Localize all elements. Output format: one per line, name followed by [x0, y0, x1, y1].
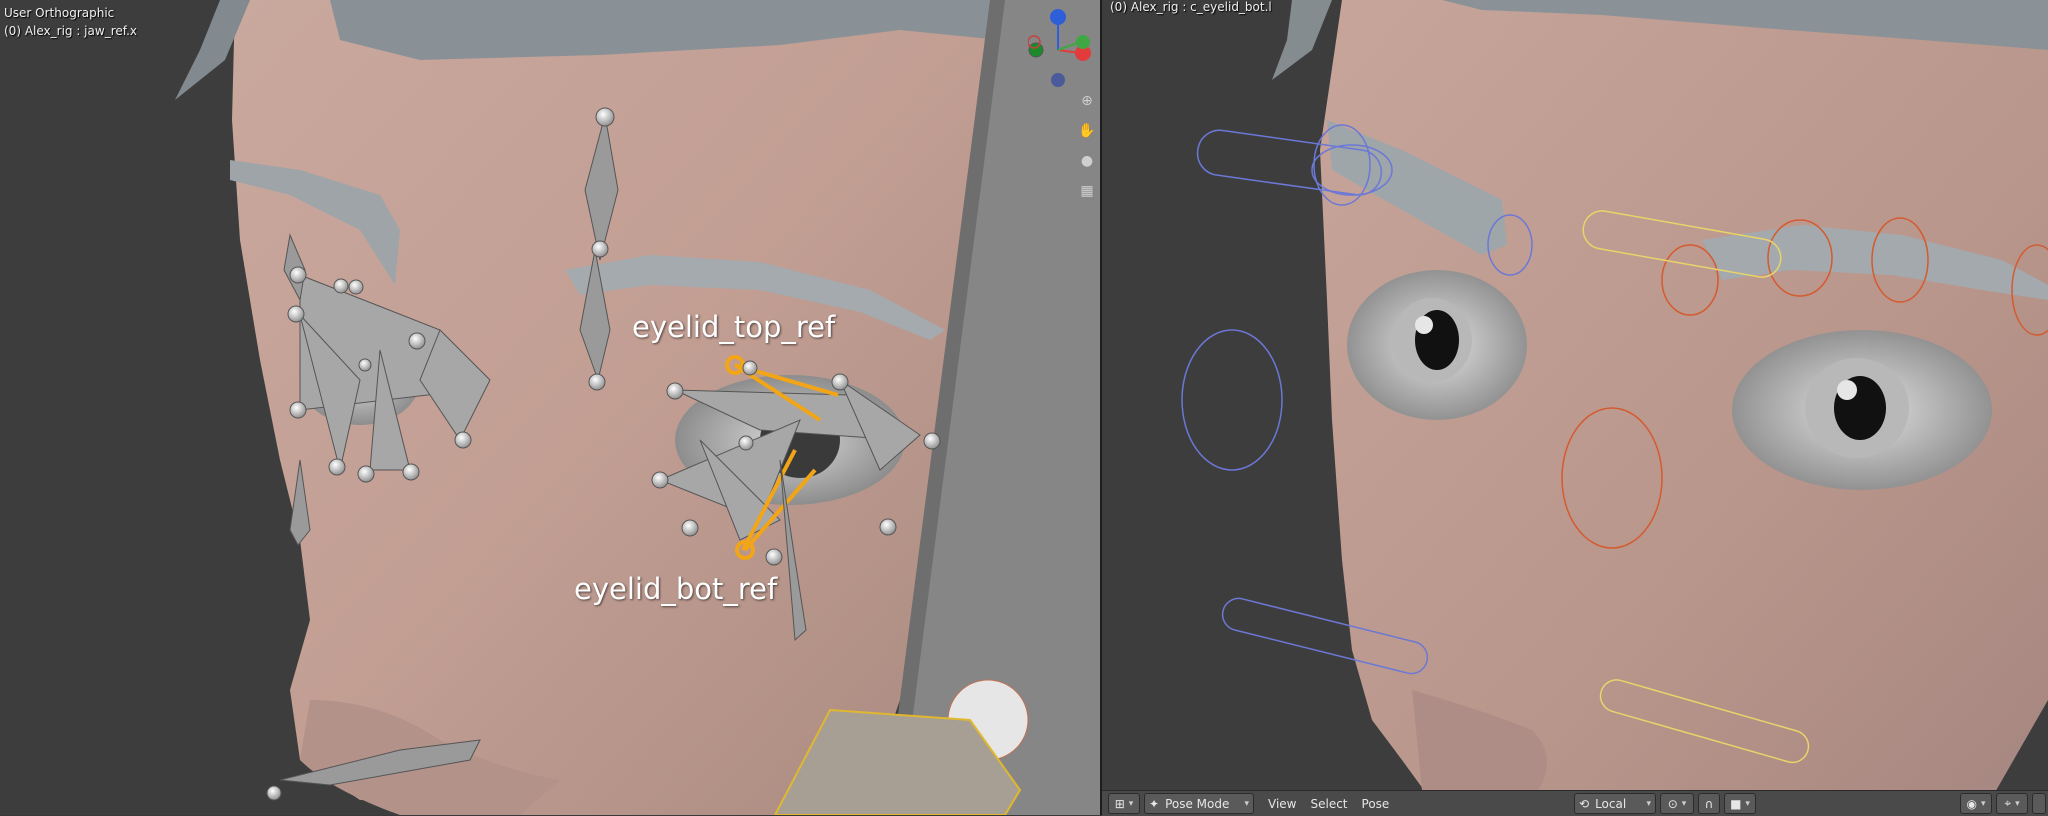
- chevron-down-icon: ▾: [1681, 798, 1687, 809]
- pivot-point-button[interactable]: ⊙ ▾: [1660, 793, 1694, 814]
- orientation-icon: ⟲: [1579, 796, 1590, 811]
- axis-gizmo-graphic: [1027, 9, 1091, 87]
- annotation-eyelid-top: eyelid_top_ref: [632, 310, 836, 344]
- pivot-icon: ⊙: [1667, 796, 1678, 811]
- viewport-header: ⊞ ▾ ✦ Pose Mode ▾ View Select Pose ⟲ Loca…: [1102, 790, 2048, 816]
- left-viewport-scene: [175, 0, 1100, 815]
- transform-orientation-select[interactable]: ⟲ Local ▾: [1574, 793, 1656, 814]
- mode-label: Pose Mode: [1165, 796, 1230, 811]
- annotation-eyelid-bot: eyelid_bot_ref: [574, 572, 778, 606]
- snap-toggle[interactable]: ∩: [1698, 793, 1720, 814]
- right-3d-viewport[interactable]: (0) Alex_rig : c_eyelid_bot.l: [1102, 0, 2048, 815]
- right-viewport-scene: [1181, 0, 2048, 815]
- menu-view[interactable]: View: [1268, 797, 1296, 811]
- menu-select[interactable]: Select: [1310, 797, 1347, 811]
- chevron-down-icon: ▾: [1745, 798, 1750, 809]
- z-axis-handle: [1050, 9, 1066, 25]
- magnet-icon: ∩: [1704, 796, 1714, 811]
- orientation-label: Local: [1595, 796, 1627, 811]
- view-label: User Orthographic: [4, 6, 115, 20]
- active-object-label: (0) Alex_rig : jaw_ref.x: [4, 24, 138, 38]
- axis-gizmo[interactable]: [1027, 6, 1100, 90]
- gizmo-icon: ⌖: [2004, 796, 2012, 810]
- chevron-down-icon: ▾: [2015, 798, 2020, 809]
- y-axis-handle: [1076, 35, 1090, 49]
- menu-pose[interactable]: Pose: [1362, 797, 1390, 811]
- visibility-button[interactable]: ◉ ▾: [1960, 793, 1992, 814]
- gizmo-button[interactable]: ⌖ ▾: [1996, 793, 2028, 814]
- eye-icon: ◉: [1966, 796, 1977, 811]
- zoom-icon[interactable]: ⊕: [1076, 90, 1098, 112]
- pose-icon: ✦: [1149, 796, 1160, 811]
- overlay-button[interactable]: [2032, 793, 2046, 814]
- chevron-down-icon: ▾: [1980, 798, 1986, 809]
- chevron-down-icon: ▾: [1128, 798, 1134, 809]
- snap-target-button[interactable]: ■ ▾: [1724, 793, 1756, 814]
- editor-type-button[interactable]: ⊞ ▾: [1108, 793, 1140, 814]
- mode-select[interactable]: ✦ Pose Mode ▾: [1144, 793, 1254, 814]
- chevron-down-icon: ▾: [1646, 798, 1651, 809]
- camera-icon[interactable]: ●: [1076, 150, 1098, 172]
- chevron-down-icon: ▾: [1244, 798, 1249, 809]
- hand-icon[interactable]: ✋: [1076, 120, 1098, 142]
- left-3d-viewport[interactable]: User Orthographic (0) Alex_rig : jaw_ref…: [0, 0, 1100, 815]
- grid-icon[interactable]: ▦: [1076, 180, 1098, 202]
- active-object-label: (0) Alex_rig : c_eyelid_bot.l: [1110, 0, 1272, 14]
- editor-icon: ⊞: [1114, 796, 1125, 811]
- square-icon: ■: [1730, 796, 1742, 811]
